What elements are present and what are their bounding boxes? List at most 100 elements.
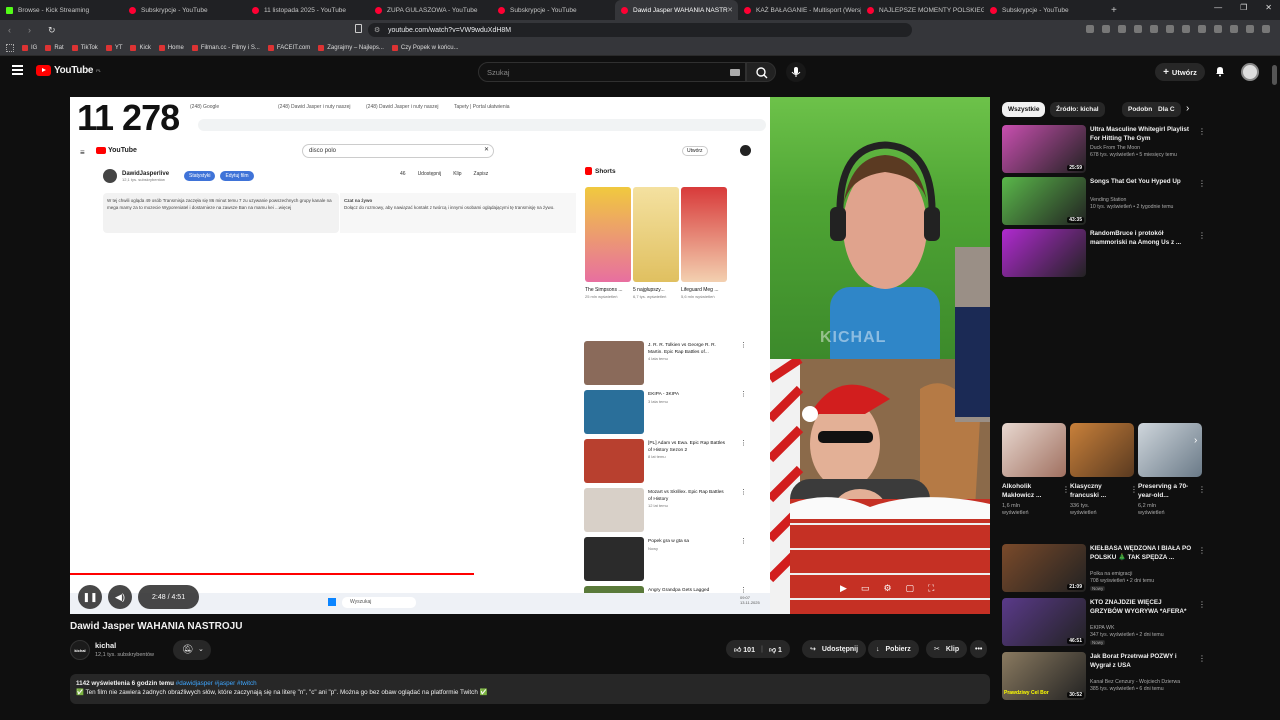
settings-gear-icon[interactable]: ⚙ — [883, 583, 891, 594]
video-thumbnail[interactable]: 46:51 — [1002, 598, 1086, 646]
related-video[interactable]: 25:59 Ultra Masculine Whitegirl Playlist … — [1002, 125, 1207, 177]
search-input[interactable]: Szukaj — [478, 62, 746, 82]
bookmark-item[interactable]: YT — [105, 44, 122, 51]
dislike-button[interactable]: 👎︎ 1 — [769, 645, 782, 654]
extension-icon[interactable] — [1118, 25, 1126, 33]
forward-icon[interactable]: › — [28, 25, 40, 35]
extension-icon[interactable] — [1230, 25, 1238, 33]
more-icon[interactable]: ⋮ — [1198, 654, 1206, 663]
more-icon[interactable]: ⋮ — [1198, 546, 1206, 555]
more-icon[interactable]: ⋮ — [1198, 231, 1206, 240]
video-thumbnail[interactable] — [1002, 229, 1086, 277]
reload-icon[interactable]: ↻ — [48, 25, 60, 36]
bookmark-item[interactable]: TikTok — [71, 44, 98, 51]
short-thumbnail[interactable] — [1138, 423, 1202, 477]
browser-tab[interactable]: Subskrypcje - YouTube — [492, 0, 615, 20]
browser-tab[interactable]: ZUPA GULASZOWA - YouTube — [369, 0, 492, 20]
video-thumbnail[interactable]: 43:35 — [1002, 177, 1086, 225]
account-avatar[interactable] — [1241, 63, 1259, 81]
voice-search-button[interactable] — [786, 62, 806, 82]
extension-icon[interactable] — [1102, 25, 1110, 33]
bookmark-item[interactable]: FACEIT.com — [267, 44, 310, 51]
short-thumbnail[interactable] — [1070, 423, 1134, 477]
shorts-next-icon[interactable]: › — [1194, 435, 1197, 446]
video-thumbnail[interactable]: Prawdziwy Cel Bor 30:52 — [1002, 652, 1086, 700]
channel-name[interactable]: kichal — [95, 641, 116, 650]
browser-tab[interactable]: Subskrypcje - YouTube — [123, 0, 246, 20]
share-button[interactable]: ↪ Udostępnij — [802, 640, 867, 658]
more-icon[interactable]: ⋮ — [1130, 485, 1138, 494]
bookmark-item[interactable]: Filman.cc - Filmy i S... — [191, 44, 260, 51]
bookmark-item[interactable]: Czy Popek w końcu... — [391, 44, 459, 51]
more-icon[interactable]: ⋮ — [1198, 179, 1206, 188]
extension-icon[interactable] — [1198, 25, 1206, 33]
minimize-icon[interactable]: — — [1214, 3, 1222, 12]
video-player[interactable]: 11 278 (248) Google (248) Dawid Jasper i … — [70, 97, 990, 614]
browser-tab[interactable]: Subskrypcje - YouTube — [984, 0, 1107, 20]
fullscreen-icon[interactable]: ⛶ — [928, 583, 934, 594]
browser-tab[interactable]: Dawid Jasper WAHANIA NASTR ✕ — [615, 0, 738, 20]
subtitles-icon[interactable]: ▭ — [861, 583, 870, 594]
related-video[interactable]: Prawdziwy Cel Bor 30:52 Jak Borat Przetrwa… — [1002, 652, 1207, 704]
extension-icon[interactable] — [1086, 25, 1094, 33]
bookmark-item[interactable]: Home — [158, 44, 184, 51]
related-video[interactable]: 21:09 KIEŁBASA WĘDZONA I BIAŁA PO POLSKU … — [1002, 544, 1207, 596]
bookmark-item[interactable]: Kick — [130, 44, 151, 51]
short-thumbnail[interactable] — [1002, 423, 1066, 477]
browser-tab[interactable]: 11 listopada 2025 - YouTube — [246, 0, 369, 20]
more-icon[interactable]: ⋮ — [1198, 600, 1206, 609]
hashtags[interactable]: #dawidjasper #jasper #twitch — [176, 680, 257, 687]
back-icon[interactable]: ‹ — [8, 25, 20, 35]
sidebar-short[interactable]: Alkoholik Makłowicz ... 1,6 mln wyświetle… — [1002, 423, 1070, 517]
extension-icon[interactable] — [1214, 25, 1222, 33]
keyboard-icon[interactable] — [730, 69, 740, 76]
menu-icon[interactable] — [12, 65, 23, 75]
page-scrollbar[interactable] — [1272, 57, 1277, 697]
subscribed-button[interactable]: 🔕︎ ⌄ — [173, 640, 211, 660]
extension-icon[interactable] — [1182, 25, 1190, 33]
extension-icon[interactable] — [1166, 25, 1174, 33]
more-icon[interactable]: ⋮ — [1198, 127, 1206, 136]
youtube-logo[interactable]: YouTube PL — [36, 65, 101, 76]
sidebar-short[interactable]: Preserving a 70-year-old... 6,2 mln wyświ… — [1138, 423, 1206, 517]
like-button[interactable]: 👍︎ 101 — [734, 645, 755, 654]
video-thumbnail[interactable]: 25:59 — [1002, 125, 1086, 173]
close-window-icon[interactable]: ✕ — [1265, 3, 1272, 12]
description-box[interactable]: 1142 wyświetlenia 6 godzin temu #dawidja… — [70, 674, 990, 704]
close-tab-icon[interactable]: ✕ — [727, 6, 733, 14]
apps-grid-icon[interactable] — [6, 43, 14, 52]
browser-tab[interactable]: Browse - Kick Streaming — [0, 0, 123, 20]
extension-icon[interactable] — [1150, 25, 1158, 33]
bookmark-item[interactable]: Zagrajmy – Najleps... — [318, 44, 384, 51]
extension-icon[interactable] — [1134, 25, 1142, 33]
download-button[interactable]: ↓ Pobierz — [868, 640, 919, 658]
more-icon[interactable]: ⋮ — [1062, 485, 1070, 494]
filter-chip[interactable]: Wszystkie — [1002, 102, 1046, 117]
related-video[interactable]: 43:35 Songs That Get You Hyped Up Vending … — [1002, 177, 1207, 229]
url-field[interactable]: ⚙ youtube.com/watch?v=VW9wduXdH8M — [368, 23, 912, 37]
pause-button[interactable]: ❚❚ — [78, 585, 102, 609]
extension-icon[interactable] — [1262, 25, 1270, 33]
create-button[interactable]: + Utwórz — [1155, 63, 1205, 81]
bookmark-item[interactable]: IG — [22, 44, 37, 51]
bookmark-item[interactable]: Rat — [45, 44, 64, 51]
filter-chip[interactable]: Dla C — [1152, 102, 1181, 117]
clip-button[interactable]: ✂ Klip — [926, 640, 968, 658]
search-button[interactable] — [746, 62, 776, 82]
autoplay-toggle-icon[interactable]: ▶ — [840, 583, 847, 594]
more-icon[interactable]: ⋮ — [1198, 485, 1206, 494]
sidebar-short[interactable]: Klasyczny francuski ... 336 tys. wyświetl… — [1070, 423, 1138, 517]
bookmark-star-icon[interactable] — [355, 24, 362, 33]
more-actions-button[interactable]: ••• — [970, 640, 988, 658]
chips-next-icon[interactable]: › — [1186, 103, 1189, 114]
filter-chip[interactable]: Źródło: kichal — [1050, 102, 1105, 117]
channel-avatar[interactable]: kichal — [70, 640, 90, 660]
volume-button[interactable]: ◀) — [108, 585, 132, 609]
video-thumbnail[interactable]: 21:09 — [1002, 544, 1086, 592]
extension-icon[interactable] — [1246, 25, 1254, 33]
site-info-icon[interactable]: ⚙ — [374, 26, 380, 34]
browser-tab[interactable]: KAŻ BAŁAGANIE - Multisport (Wersja — [738, 0, 861, 20]
notifications-bell-icon[interactable] — [1214, 65, 1226, 77]
related-video[interactable]: RandomBruce i protokół mammoriski na Amo… — [1002, 229, 1207, 281]
browser-tab[interactable]: NAJLEPSZE MOMENTY POLSKIEGO — [861, 0, 984, 20]
